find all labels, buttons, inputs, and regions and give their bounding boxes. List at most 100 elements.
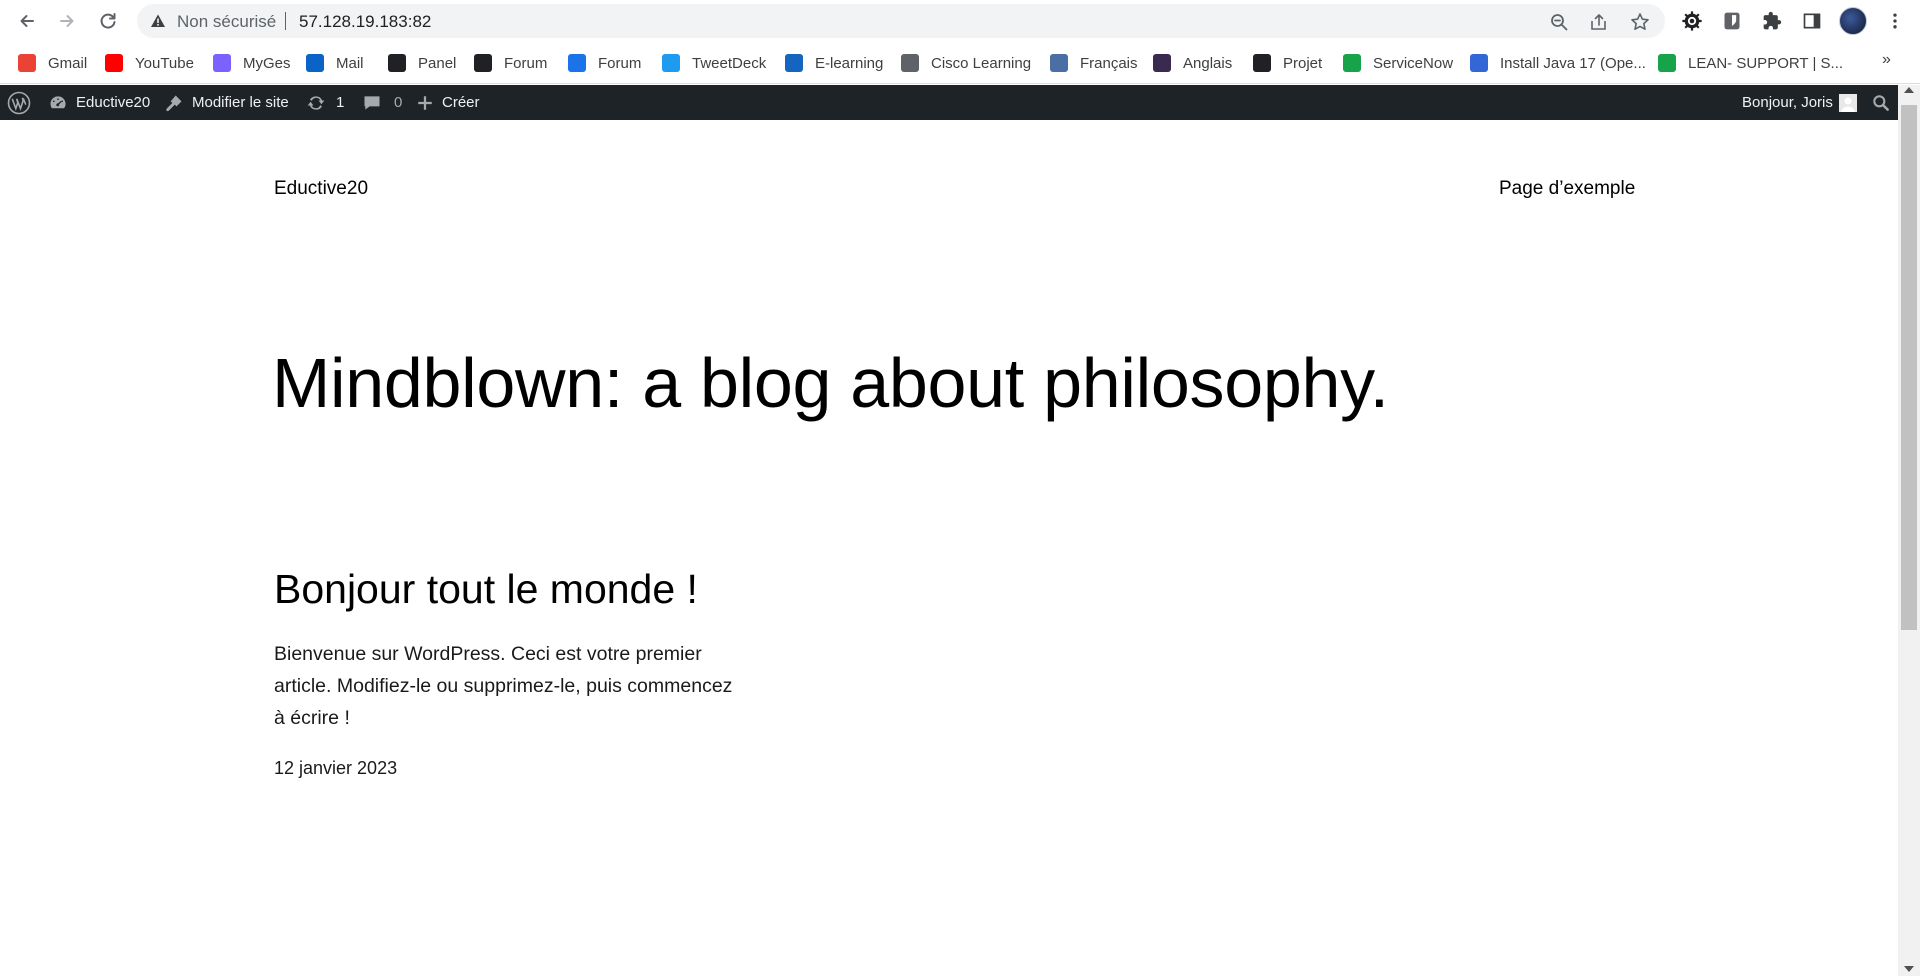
arrow-left-icon	[20, 15, 34, 27]
bookmark-item[interactable]: Français	[1050, 51, 1138, 75]
hero-heading: Mindblown: a blog about philosophy.	[272, 344, 1389, 422]
youtube-icon	[105, 54, 123, 72]
bookmark-item[interactable]: Panel	[388, 51, 456, 75]
site-name-label: Eductive20	[76, 94, 151, 111]
lean-support-icon	[1658, 54, 1676, 72]
extension-gear-icon[interactable]	[1680, 9, 1704, 33]
zoom-icon[interactable]	[1549, 12, 1569, 32]
side-panel-icon[interactable]	[1800, 9, 1824, 33]
post-date[interactable]: 12 janvier 2023	[274, 758, 397, 779]
forward-button[interactable]	[53, 7, 81, 35]
bookmark-label: TweetDeck	[692, 54, 767, 72]
star-bookmark-icon[interactable]	[1630, 12, 1650, 32]
extensions-puzzle-icon[interactable]	[1760, 9, 1784, 33]
bookmark-item[interactable]: Forum	[474, 51, 547, 75]
bookmark-label: Cisco Learning	[931, 54, 1032, 72]
comment-bubble-icon	[364, 95, 380, 110]
elearning-icon	[785, 54, 803, 72]
security-status-label[interactable]: Non sécurisé	[177, 12, 276, 32]
bookmark-item[interactable]: ServiceNow	[1343, 51, 1453, 75]
bookmark-item[interactable]: Install Java 17 (Ope...	[1470, 51, 1646, 75]
scroll-down-arrow[interactable]	[1904, 966, 1914, 972]
wp-logo-menu[interactable]	[7, 85, 31, 120]
wp-admin-bar: Eductive20 Modifier le site 1 0 Créer Bo…	[0, 85, 1898, 120]
url-text[interactable]: 57.128.19.183:82	[299, 12, 431, 32]
page-scrollbar[interactable]	[1898, 85, 1920, 976]
bookmark-label: Anglais	[1183, 54, 1233, 72]
updates-menu[interactable]: 1	[306, 85, 344, 120]
page-content: Eductive20 Page d’exemple Mindblown: a b…	[0, 120, 1898, 976]
bookmark-label: YouTube	[135, 54, 194, 72]
bookmarks-bar: Gmail YouTube MyGes Mail Panel Forum Forum Twee…	[0, 42, 1920, 84]
bookmark-label: ServiceNow	[1373, 54, 1454, 72]
bookmark-label: Panel	[418, 54, 457, 72]
bookmark-label: Mail	[336, 54, 364, 72]
gmail-icon	[18, 54, 36, 72]
bookmarks-overflow-button[interactable]: »	[1882, 51, 1891, 69]
profile-avatar[interactable]	[1839, 7, 1867, 35]
reload-button[interactable]	[94, 7, 122, 35]
site-name-menu[interactable]: Eductive20	[48, 85, 150, 120]
nav-link-sample-page[interactable]: Page d’exemple	[1499, 178, 1635, 200]
new-content-label: Créer	[442, 94, 480, 111]
java-install-icon	[1470, 54, 1488, 72]
greeting-label: Bonjour, Joris	[1742, 94, 1833, 111]
site-title-link[interactable]: Eductive20	[274, 178, 368, 200]
comments-count: 0	[394, 94, 403, 111]
bookmark-item[interactable]: Anglais	[1153, 51, 1232, 75]
more-vert-icon	[1893, 13, 1897, 29]
bookmark-label: Français	[1080, 54, 1138, 72]
bookmark-label: Install Java 17 (Ope...	[1500, 54, 1646, 72]
updates-count: 1	[336, 94, 345, 111]
bookmark-label: Projet	[1283, 54, 1323, 72]
comments-menu[interactable]: 0	[362, 85, 402, 120]
bookmark-item[interactable]: Cisco Learning	[901, 51, 1031, 75]
admin-search-button[interactable]	[1871, 85, 1891, 120]
trello-icon	[1253, 54, 1271, 72]
browser-menu-button[interactable]	[1883, 9, 1907, 33]
edit-site-label: Modifier le site	[192, 94, 289, 111]
scrollbar-thumb[interactable]	[1901, 105, 1917, 630]
servicenow-icon	[1343, 54, 1361, 72]
forum-house-icon	[568, 54, 586, 72]
post-title-link[interactable]: Bonjour tout le monde !	[274, 566, 698, 613]
edit-site-menu[interactable]: Modifier le site	[164, 85, 289, 120]
twitter-icon	[662, 54, 680, 72]
anglais-g-icon	[1153, 54, 1171, 72]
my-account-menu[interactable]: Bonjour, Joris	[1742, 85, 1857, 120]
plus-icon	[418, 95, 432, 110]
new-content-menu[interactable]: Créer	[416, 85, 480, 120]
bookmark-item[interactable]: Forum	[568, 51, 641, 75]
reload-icon	[100, 13, 116, 29]
bookmark-item[interactable]: TweetDeck	[662, 51, 766, 75]
back-button[interactable]	[13, 7, 41, 35]
search-icon	[1873, 94, 1889, 111]
scroll-up-arrow[interactable]	[1904, 87, 1914, 93]
bookmark-item[interactable]: Mail	[306, 51, 364, 75]
address-bar[interactable]: Non sécurisé 57.128.19.183:82	[137, 4, 1665, 38]
updates-refresh-icon	[307, 95, 325, 110]
warning-triangle-icon[interactable]	[150, 13, 166, 29]
bookmark-label: E-learning	[815, 54, 884, 72]
bookmark-item[interactable]: E-learning	[785, 51, 883, 75]
bookmark-label: MyGes	[243, 54, 291, 72]
dashboard-gauge-icon	[50, 95, 66, 108]
panel-icon	[388, 54, 406, 72]
bookmark-item[interactable]: Gmail	[18, 51, 87, 75]
cisco-icon	[901, 54, 919, 72]
forum-chat-icon	[474, 54, 492, 72]
bookmark-label: Gmail	[48, 54, 88, 72]
post-excerpt: Bienvenue sur WordPress. Ceci est votre …	[274, 643, 733, 729]
share-icon[interactable]	[1589, 12, 1609, 32]
avatar-silhouette-icon	[1840, 97, 1855, 112]
bitwarden-shield-icon[interactable]	[1720, 9, 1744, 33]
myges-icon	[213, 54, 231, 72]
bookmark-item[interactable]: Projet	[1253, 51, 1322, 75]
francais-icon	[1050, 54, 1068, 72]
bookmark-label: Forum	[504, 54, 548, 72]
bookmark-item[interactable]: LEAN- SUPPORT | S...	[1658, 51, 1843, 75]
brush-icon	[166, 95, 182, 111]
bookmark-item[interactable]: MyGes	[213, 51, 291, 75]
arrow-right-icon	[60, 15, 74, 27]
bookmark-item[interactable]: YouTube	[105, 51, 194, 75]
